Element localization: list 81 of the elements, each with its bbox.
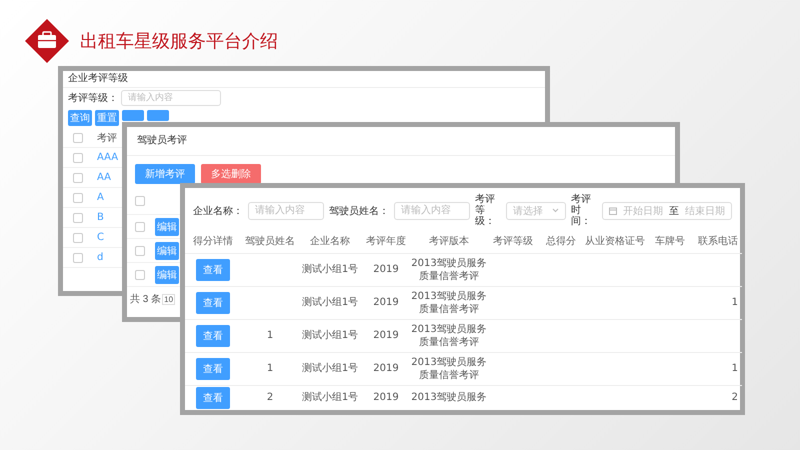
column-header: 驾驶员姓名 [241,229,299,254]
column-header: 考评年度 [361,229,411,254]
table-cell: 2019 [361,287,411,320]
chevron-icon [552,208,559,213]
checkbox[interactable] [73,212,83,222]
checkbox[interactable] [73,132,83,142]
column-header: 得分详情 [185,229,241,254]
table-cell: 1 [241,353,299,386]
grade-link[interactable]: B [97,212,104,223]
table-cell: 2013驾驶员服务质量信誉考评 [411,287,487,320]
filter-label: 驾驶员姓名： [329,204,389,218]
table-cell-text: 测试小组1号 [300,390,360,406]
select-field[interactable]: 请选择 [506,202,566,220]
filter-label: 考评等级： [475,194,496,227]
checkbox[interactable] [73,252,83,262]
column-header: 联系电话 [693,229,742,254]
page-size-select[interactable]: 10 [162,294,176,304]
view-button[interactable]: 查看 [196,358,230,380]
table-cell: 1 [693,287,742,320]
action-button[interactable]: 重置 [95,110,119,126]
grade-link[interactable]: A [97,192,104,203]
checkbox[interactable] [73,192,83,202]
edit-button[interactable]: 编辑 [155,218,179,236]
delete-button[interactable]: 多选删除 [201,164,261,184]
table-cell: 2019 [361,320,411,353]
checkbox[interactable] [135,196,145,206]
grade-link[interactable]: AAA [97,152,118,163]
column-header: 考评 [97,132,117,144]
view-button[interactable]: 查看 [196,387,230,409]
add-button[interactable]: 新增考评 [135,164,195,184]
filter-label: 企业名称： [193,204,243,218]
grade-link[interactable]: AA [97,172,111,183]
column-header: 总得分 [539,229,583,254]
table-cell: 2013驾驶员服务质量信誉考评 [411,254,487,287]
edit-button[interactable]: 编辑 [155,266,179,284]
checkbox[interactable] [135,270,145,280]
checkbox[interactable] [73,152,83,162]
briefcase-icon [24,18,70,64]
checkbox[interactable] [73,172,83,182]
calendar-icon [609,206,617,214]
filter-label: 考评等级： [68,92,118,105]
text-field[interactable]: 请输入内容 [121,90,221,106]
action-button[interactable] [147,110,169,121]
checkbox[interactable] [135,246,145,256]
table-cell: 2019 [361,254,411,287]
column-header: 考评等级 [487,229,539,254]
text-field[interactable]: 请输入内容 [248,202,324,220]
table-cell: 2013驾驶员服务质量信誉考评 [411,353,487,386]
grade-link[interactable]: d [97,252,104,263]
table-cell: 测试小组1号 [299,320,361,353]
table-cell: 2013驾驶员服务质量信誉考评 [411,320,487,353]
action-button[interactable]: 查询 [68,110,92,126]
window-title: 驾驶员考评 [127,127,675,156]
grade-link[interactable]: C [97,232,104,243]
checkbox[interactable] [73,232,83,242]
total-count: 共 3 条 [130,292,162,306]
table-cell-text: 2 [266,391,274,406]
edit-button[interactable]: 编辑 [155,242,179,260]
slide-title: 出租车星级服务平台介绍 [80,30,278,53]
date-range-field[interactable]: 开始日期 至 结束日期 [602,202,732,220]
table-cell: 1 [241,320,299,353]
column-header: 车牌号 [647,229,693,254]
checkbox[interactable] [135,222,145,232]
table-cell-text: 2 [730,391,739,406]
column-header: 企业名称 [299,229,361,254]
table-cell: 1 [693,353,742,386]
table-cell: 测试小组1号 [299,353,361,386]
view-button[interactable]: 查看 [196,325,230,347]
action-button[interactable] [122,110,144,121]
table-cell-text: 2013驾驶员服务 [411,390,487,406]
view-button[interactable]: 查看 [196,259,230,281]
table-cell: 测试小组1号 [299,287,361,320]
column-header: 考评版本 [411,229,487,254]
text-field[interactable]: 请输入内容 [394,202,470,220]
window-title: 企业考评等级 [63,71,545,88]
filter-label: 考评时间： [570,194,592,227]
table-cell: 2019 [361,353,411,386]
table-cell: 测试小组1号 [299,254,361,287]
view-button[interactable]: 查看 [196,292,230,314]
table-cell-text: 2019 [372,391,400,406]
column-header: 从业资格证号 [583,229,647,254]
